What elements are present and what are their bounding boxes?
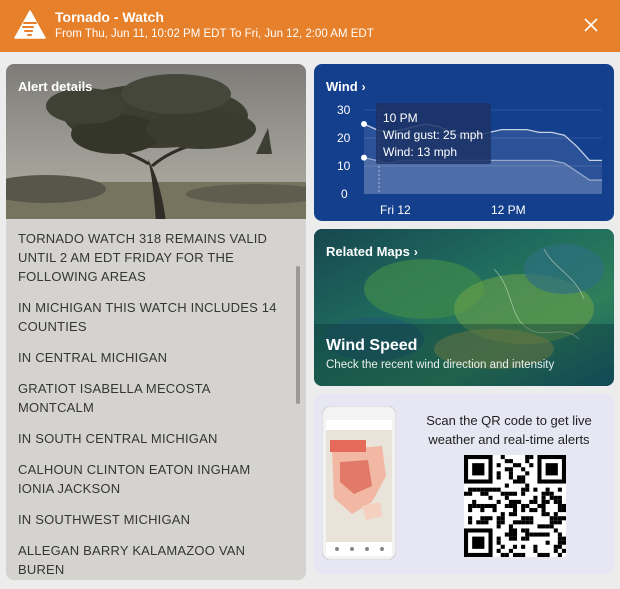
alert-paragraph: ALLEGAN BARRY KALAMAZOO VAN BUREN	[18, 543, 246, 577]
alert-paragraph: CALHOUN CLINTON EATON INGHAM IONIA JACKS…	[18, 462, 251, 496]
alert-title: Tornado - Watch	[55, 9, 164, 25]
wind-tooltip: 10 PM Wind gust: 25 mph Wind: 13 mph	[376, 103, 491, 164]
alert-header: Tornado - Watch From Thu, Jun 11, 10:02 …	[0, 0, 620, 52]
chevron-right-icon: ›	[413, 245, 418, 259]
alert-paragraph: TORNADO WATCH 318 REMAINS VALID UNTIL 2 …	[18, 231, 268, 284]
wind-gust-series-marker	[361, 121, 367, 127]
qr-promo-card: Scan the QR code to get live weather and…	[314, 394, 614, 574]
tooltip-wind: Wind: 13 mph	[383, 145, 458, 159]
alert-details-label: Alert details	[18, 79, 93, 94]
wind-speed-description: Check the recent wind direction and inte…	[326, 359, 555, 371]
tooltip-time: 10 PM	[383, 111, 418, 125]
app-preview-phone	[322, 406, 396, 560]
alert-text-body[interactable]: TORNADO WATCH 318 REMAINS VALID UNTIL 2 …	[6, 219, 306, 580]
y-tick-label: 0	[341, 187, 348, 201]
alert-paragraph: IN SOUTH CENTRAL MICHIGAN	[18, 431, 218, 446]
related-maps-label: Related Maps	[326, 244, 410, 259]
wind-speed-headline: Wind Speed	[326, 337, 418, 354]
y-tick-label: 30	[337, 103, 351, 117]
alert-paragraph: GRATIOT ISABELLA MECOSTA MONTCALM	[18, 381, 210, 415]
related-maps-title[interactable]: Related Maps ›	[326, 244, 418, 259]
alert-paragraph: IN CENTRAL MICHIGAN	[18, 350, 168, 365]
wind-speed-series-marker	[361, 154, 367, 161]
alert-scrollbar[interactable]	[296, 266, 300, 404]
x-tick-label: 12 PM	[491, 203, 526, 217]
related-maps-card[interactable]: Related Maps › Wind Speed Check the recen…	[314, 229, 614, 386]
qr-code	[464, 455, 566, 557]
alert-paragraph: IN MICHIGAN THIS WATCH INCLUDES 14 COUNT…	[18, 300, 277, 334]
tornado-warning-icon	[14, 10, 46, 39]
alert-paragraph: IN SOUTHWEST MICHIGAN	[18, 512, 191, 527]
tooltip-gust: Wind gust: 25 mph	[383, 128, 484, 142]
close-icon	[584, 18, 598, 32]
qr-promo-text: Scan the QR code to get live weather and…	[426, 413, 592, 447]
y-tick-label: 20	[337, 131, 351, 145]
x-tick-label: Fri 12	[380, 203, 411, 217]
alert-time-range: From Thu, Jun 11, 10:02 PM EDT To Fri, J…	[55, 28, 374, 40]
close-button[interactable]	[578, 12, 604, 38]
y-tick-label: 10	[337, 159, 351, 173]
alert-details-panel: Alert details TORNADO WATCH 318 REMAINS …	[6, 64, 306, 580]
